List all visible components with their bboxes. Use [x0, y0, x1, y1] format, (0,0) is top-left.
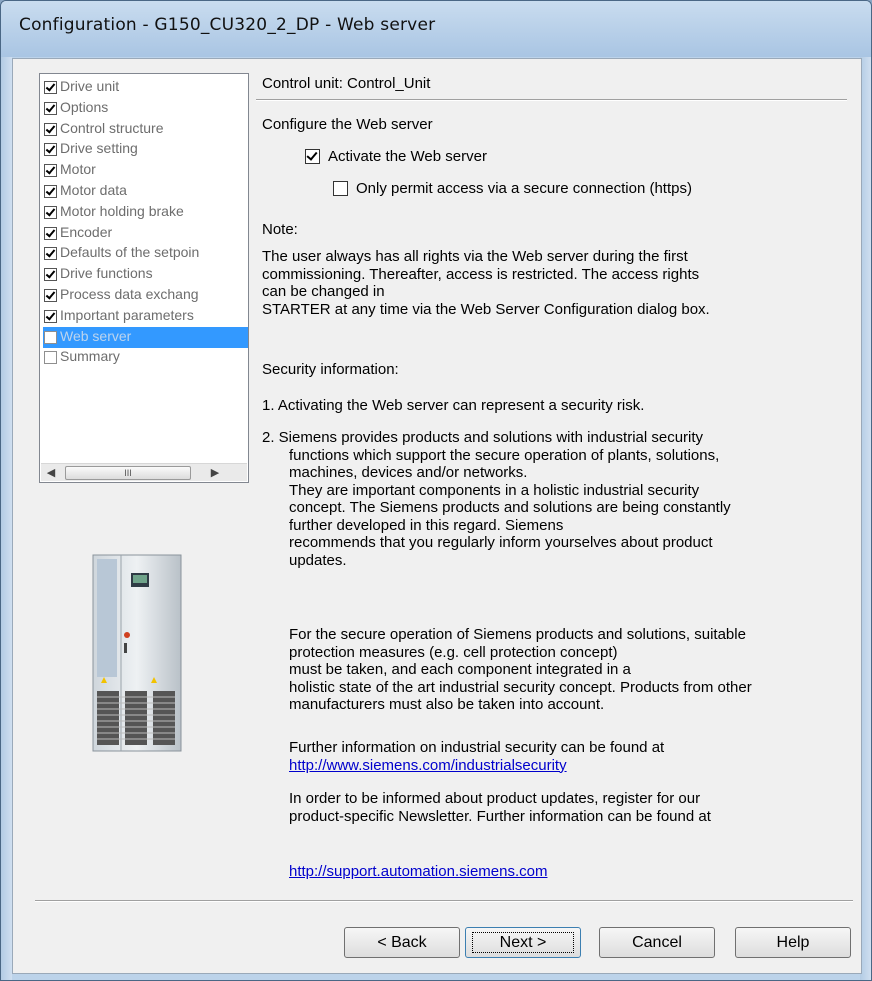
tree-item[interactable]: Important parameters: [43, 306, 248, 327]
security-item-2-body: functions which support the secure opera…: [289, 446, 731, 569]
tree-item[interactable]: Options: [43, 98, 248, 119]
tree-item-label: Important parameters: [60, 306, 194, 323]
tree-item-label: Motor: [60, 161, 96, 178]
tree-item-label: Drive setting: [60, 140, 138, 157]
tree-horizontal-scrollbar[interactable]: ◀ III ▶: [41, 463, 247, 481]
tree-item[interactable]: Summary: [43, 347, 248, 368]
tree-item-checkbox[interactable]: [44, 81, 57, 94]
tree-item[interactable]: Control structure: [43, 119, 248, 140]
tree-item-checkbox[interactable]: [44, 226, 57, 240]
tree-item-checkbox[interactable]: [44, 122, 57, 136]
tree-item[interactable]: Motor data: [43, 181, 248, 202]
note-text: The user always has all rights via the W…: [262, 248, 710, 318]
tree-item[interactable]: Encoder: [43, 223, 248, 244]
tree-item-checkbox[interactable]: [44, 351, 57, 365]
wizard-step-tree[interactable]: Drive unit Options Control structure Drive …: [39, 73, 249, 483]
tree-item-label: Motor data: [60, 182, 127, 198]
help-button[interactable]: Help: [735, 927, 851, 958]
tree-item[interactable]: Process data exchang: [43, 285, 248, 306]
further-info-paragraph: Further information on industrial securi…: [289, 739, 665, 774]
tree-item-checkbox[interactable]: [44, 289, 57, 302]
tree-item-label: Web server: [60, 327, 132, 344]
tree-item-label: Process data exchang: [60, 286, 199, 302]
tree-item[interactable]: Drive functions: [43, 264, 248, 285]
tree-item[interactable]: Motor: [43, 160, 248, 181]
next-button[interactable]: Next >: [465, 927, 581, 958]
support-link-row: http://support.automation.siemens.com: [289, 863, 861, 881]
tree-item-label: Encoder: [60, 223, 113, 240]
cancel-button[interactable]: Cancel: [599, 927, 715, 958]
tree-item[interactable]: Drive unit: [43, 77, 248, 98]
dialog-client-area: Drive unit Options Control structure Drive …: [12, 58, 862, 974]
window-title: Configuration - G150_CU320_2_DP - Web se…: [19, 15, 436, 35]
newsletter-paragraph: In order to be informed about product up…: [289, 790, 711, 825]
tree-item[interactable]: Motor holding brake: [43, 202, 248, 223]
tree-item-label: Defaults of the setpoin: [60, 244, 200, 261]
industrial-security-link[interactable]: http://www.siemens.com/industrialsecurit…: [289, 757, 567, 774]
tree-item-checkbox[interactable]: [44, 268, 57, 282]
tree-item-label: Motor holding brake: [60, 202, 184, 219]
note-heading: Note:: [262, 221, 298, 238]
secure-operation-paragraph: For the secure operation of Siemens prod…: [289, 626, 752, 713]
https-only-checkbox[interactable]: [333, 181, 348, 196]
activate-web-server-checkbox[interactable]: [305, 149, 320, 164]
tree-item-label: Control structure: [60, 119, 164, 136]
support-automation-link[interactable]: http://support.automation.siemens.com: [289, 863, 547, 880]
tree-item-checkbox[interactable]: [44, 247, 57, 261]
tree-item-checkbox[interactable]: [44, 309, 57, 323]
footer-separator: [35, 900, 853, 902]
tree-item-checkbox[interactable]: [44, 330, 57, 344]
tree-item-label: Drive functions: [60, 265, 153, 282]
tree-item-label: Drive unit: [60, 78, 120, 94]
tree-item[interactable]: Web server: [43, 326, 248, 348]
scroll-right-arrow-icon[interactable]: ▶: [207, 466, 223, 479]
tree-item-checkbox[interactable]: [44, 143, 57, 157]
scroll-left-arrow-icon[interactable]: ◀: [43, 466, 59, 479]
control-unit-label: Control unit: Control_Unit: [262, 75, 431, 92]
tree-item-checkbox[interactable]: [44, 205, 57, 219]
tree-item-label: Options: [60, 98, 109, 115]
https-only-label[interactable]: Only permit access via a secure connecti…: [356, 180, 692, 197]
scroll-thumb[interactable]: III: [65, 466, 191, 480]
tree-item-checkbox[interactable]: [44, 164, 57, 178]
tree-item-checkbox[interactable]: [44, 101, 57, 115]
tree-item-label: Summary: [60, 348, 120, 365]
tree-item-checkbox[interactable]: [44, 185, 57, 198]
security-heading: Security information:: [262, 361, 399, 378]
title-bar[interactable]: Configuration - G150_CU320_2_DP - Web se…: [1, 1, 871, 57]
window-frame-left: [1, 57, 12, 980]
back-button[interactable]: < Back: [344, 927, 460, 958]
security-item-2: 2. Siemens provides products and solutio…: [262, 429, 704, 446]
activate-web-server-label[interactable]: Activate the Web server: [328, 148, 487, 165]
header-separator: [256, 99, 847, 101]
configure-heading: Configure the Web server: [262, 116, 433, 133]
tree-item[interactable]: Drive setting: [43, 139, 248, 160]
drive-cabinet-image: [92, 554, 182, 752]
configuration-window: Configuration - G150_CU320_2_DP - Web se…: [0, 0, 872, 981]
security-item-1: 1. Activating the Web server can represe…: [262, 397, 645, 414]
tree-item[interactable]: Defaults of the setpoin: [43, 243, 248, 264]
